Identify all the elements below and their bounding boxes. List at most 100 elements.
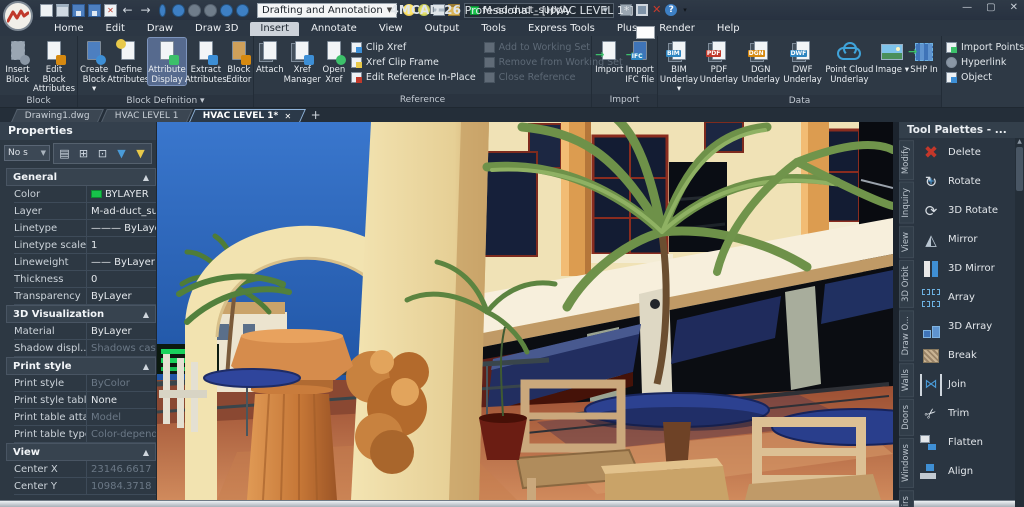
view-globe-icon[interactable] <box>236 4 249 17</box>
scroll-up-icon[interactable]: ▲ <box>1017 138 1022 146</box>
insert-block-button[interactable]: Insert Block <box>2 38 33 85</box>
property-row-center-y[interactable]: Center Y 10984.3718 <box>14 478 156 495</box>
redo-icon[interactable]: → <box>138 4 153 17</box>
property-row-linetype-scale[interactable]: Linetype scale 1 <box>14 237 156 254</box>
toggle-pickadd-icon[interactable]: ⊡ <box>94 145 111 162</box>
edit-block-attributes-button[interactable]: Edit Block Attributes <box>33 38 75 95</box>
display-icon[interactable] <box>636 4 648 16</box>
plot-icon[interactable] <box>159 4 166 17</box>
palette-tab-windows[interactable]: Windows <box>899 438 914 488</box>
filter-blue-icon[interactable]: ▼ <box>113 145 130 162</box>
xref-clip-frame-button[interactable]: Xref Clip Frame <box>351 56 476 69</box>
palette-item-mirror[interactable]: ◭Mirror <box>914 225 1015 254</box>
bulb-icon[interactable] <box>403 4 415 16</box>
close-file-icon[interactable]: ✕ <box>104 4 117 17</box>
tab-tools[interactable]: Tools <box>471 22 516 36</box>
property-row-linetype[interactable]: Linetype ——— ByLayer <box>14 220 156 237</box>
close-tab-icon[interactable]: ✕ <box>286 112 293 121</box>
doc-tab-hvac-level-1-active[interactable]: HVAC LEVEL 1* ✕ <box>190 109 307 122</box>
property-row-print-style[interactable]: Print style ByColor <box>14 375 156 392</box>
save-icon[interactable] <box>72 4 85 17</box>
section-general[interactable]: General▲ <box>6 168 156 186</box>
new-tab-button[interactable]: + <box>311 109 321 122</box>
palette-item-rotate[interactable]: ↻Rotate <box>914 167 1015 196</box>
plot-style-icon[interactable] <box>620 4 632 16</box>
save-as-icon[interactable] <box>88 4 101 17</box>
import-points-button[interactable]: Import Points <box>946 41 1020 54</box>
help-icon[interactable]: ? <box>665 4 677 16</box>
edit-reference-in-place-button[interactable]: Edit Reference In-Place <box>351 71 476 84</box>
tab-view[interactable]: View <box>369 22 413 36</box>
open-file-icon[interactable] <box>56 4 69 17</box>
tab-home[interactable]: Home <box>44 22 94 36</box>
pan-icon[interactable] <box>172 4 185 17</box>
object-button[interactable]: Object <box>946 71 1020 84</box>
attach-button[interactable]: Attach <box>256 38 284 76</box>
scrollbar-thumb[interactable] <box>1016 147 1023 191</box>
selection-dropdown[interactable]: No s▼ <box>4 145 50 161</box>
dwf-underlay-button[interactable]: DWF DWF Underlay <box>782 38 824 85</box>
section-3d-visualization[interactable]: 3D Visualization▲ <box>6 305 156 323</box>
palette-tab-inquiry[interactable]: Inquiry <box>899 182 914 224</box>
tab-help[interactable]: Help <box>707 22 750 36</box>
palette-item-break[interactable]: Break <box>914 341 1015 370</box>
clip-xref-button[interactable]: Clip Xref <box>351 41 476 54</box>
palette-tab-doors[interactable]: Doors <box>899 399 914 436</box>
section-view[interactable]: View▲ <box>6 443 156 461</box>
extract-attributes-button[interactable]: Extract Attributes <box>186 38 226 85</box>
section-print-style[interactable]: Print style▲ <box>6 357 156 375</box>
attribute-display-button[interactable]: Attribute Display <box>148 38 186 85</box>
import-button[interactable]: → Import <box>594 38 625 76</box>
palette-tab-view[interactable]: View <box>899 226 914 258</box>
filter-yellow-icon[interactable]: ▼ <box>132 145 149 162</box>
palette-tab-3d-orbit[interactable]: 3D Orbit <box>899 260 914 308</box>
block-editor-button[interactable]: Block Editor <box>226 38 252 85</box>
palette-tab-walls[interactable]: Walls <box>899 363 914 397</box>
tab-draw[interactable]: Draw <box>137 22 183 36</box>
horizontal-scrollbar[interactable] <box>0 500 1024 507</box>
property-row-shadow[interactable]: Shadow displ... Shadows cast... <box>14 340 156 357</box>
palette-tab-stairs[interactable]: Stairs <box>899 490 914 507</box>
maximize-button[interactable]: ▢ <box>986 2 995 13</box>
palette-item-3d-rotate[interactable]: ⟳3D Rotate <box>914 196 1015 225</box>
define-attributes-button[interactable]: Define Attributes <box>108 38 148 85</box>
pdf-underlay-button[interactable]: PDF PDF Underlay <box>698 38 740 85</box>
close-button[interactable]: ✕ <box>1010 2 1018 13</box>
layer-dropdown[interactable]: M-ad-duct_supply ▼ <box>464 3 614 18</box>
orbit-icon[interactable] <box>204 4 217 17</box>
tab-draw3d[interactable]: Draw 3D <box>185 22 248 36</box>
xref-manager-button[interactable]: Xref Manager <box>284 38 321 85</box>
palette-item-trim[interactable]: ✂Trim <box>914 399 1015 428</box>
import-ifc-button[interactable]: IFC→ Import IFC file <box>625 38 656 85</box>
tab-insert[interactable]: Insert <box>250 22 299 36</box>
zoom-icon[interactable] <box>188 4 201 17</box>
palette-scrollbar[interactable]: ▲ ▼ <box>1015 138 1024 507</box>
undo-icon[interactable]: ← <box>120 4 135 17</box>
property-row-thickness[interactable]: Thickness 0 <box>14 271 156 288</box>
property-row-color[interactable]: Color BYLAYER <box>14 186 156 203</box>
select-objects-icon[interactable]: ⊞ <box>75 145 92 162</box>
palette-item-3d-array[interactable]: 3D Array <box>914 312 1015 341</box>
property-row-print-table-attach[interactable]: Print table atta... Model <box>14 409 156 426</box>
property-row-transparency[interactable]: Transparency ByLayer <box>14 288 156 305</box>
point-cloud-underlay-button[interactable]: Point Cloud Underlay <box>823 38 875 85</box>
layer-folder-icon[interactable] <box>448 4 460 16</box>
workspace-dropdown[interactable]: Drafting and Annotation ▼ <box>257 3 397 18</box>
toolbar-overflow-icon[interactable]: ▾ <box>683 6 687 14</box>
palette-tab-draw-order[interactable]: Draw O... <box>899 310 914 361</box>
minimize-button[interactable]: — <box>962 2 972 13</box>
doc-tab-drawing1[interactable]: Drawing1.dwg <box>11 109 104 122</box>
property-row-layer[interactable]: Layer M-ad-duct_su... <box>14 203 156 220</box>
doc-tab-hvac-level-1[interactable]: HVAC LEVEL 1 <box>101 109 192 122</box>
open-xref-button[interactable]: Open Xref <box>321 38 347 85</box>
tab-edit[interactable]: Edit <box>96 22 135 36</box>
palette-item-join[interactable]: ⋈Join <box>914 370 1015 399</box>
palette-item-align[interactable]: Align <box>914 457 1015 486</box>
property-row-print-style-table[interactable]: Print style table None <box>14 392 156 409</box>
app-logo-icon[interactable] <box>3 1 33 31</box>
shp-in-button[interactable]: SHP In <box>909 38 939 76</box>
image-button[interactable]: Image ▾ <box>875 38 909 76</box>
tab-express-tools[interactable]: Express Tools <box>518 22 605 36</box>
palette-item-array[interactable]: Array <box>914 283 1015 312</box>
tab-annotate[interactable]: Annotate <box>301 22 367 36</box>
